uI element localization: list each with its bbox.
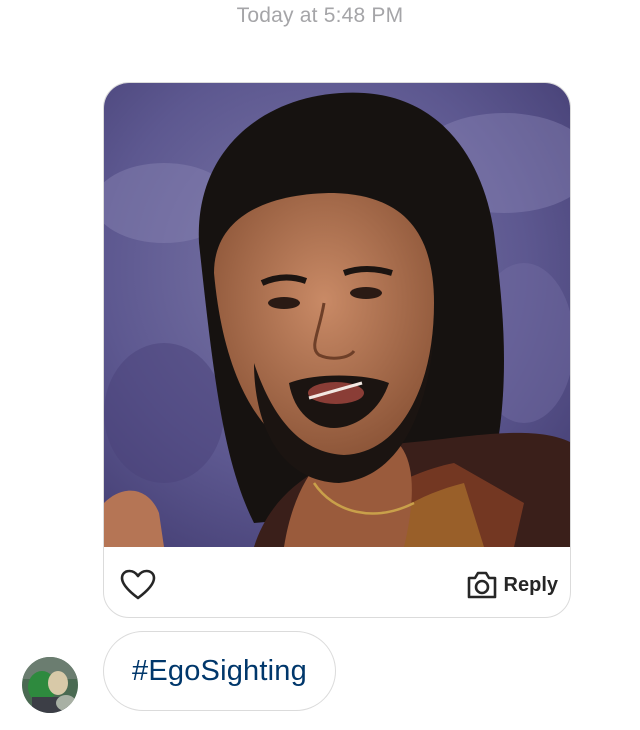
hashtag-link[interactable]: #EgoSighting	[132, 655, 307, 688]
sender-avatar[interactable]	[22, 657, 78, 713]
message-timestamp: Today at 5:48 PM	[236, 4, 404, 27]
camera-icon	[467, 571, 496, 599]
message-bubble: #EgoSighting	[103, 631, 336, 711]
like-button[interactable]	[120, 569, 156, 601]
avatar-photo	[22, 657, 78, 713]
shared-photo[interactable]	[104, 83, 571, 547]
shared-photo-card[interactable]: Reply	[103, 82, 571, 618]
shared-photo-actions: Reply	[104, 547, 570, 617]
reply-label: Reply	[503, 573, 558, 596]
heart-icon	[120, 569, 156, 600]
reply-button[interactable]: Reply	[466, 567, 558, 603]
